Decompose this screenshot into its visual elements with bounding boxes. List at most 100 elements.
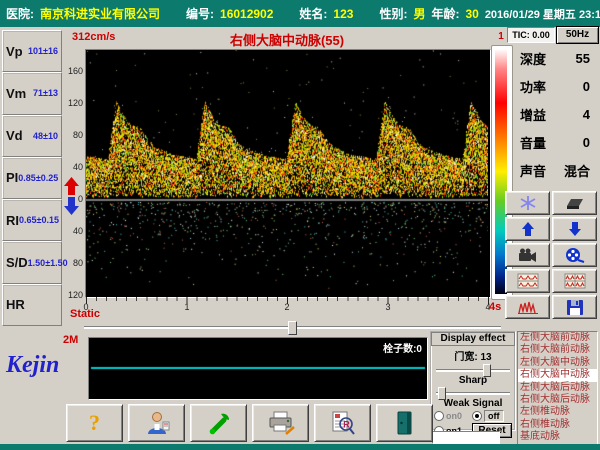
setting-sound[interactable]: 声音 混合 xyxy=(512,156,598,184)
patient-name-label: 姓名: xyxy=(299,5,327,22)
exit-door-icon xyxy=(394,410,416,436)
gate-width-slider[interactable] xyxy=(436,364,510,375)
bottom-frame-strip xyxy=(0,444,600,450)
gain-label: 增益 xyxy=(520,105,546,124)
emboli-count: 栓子数:0 xyxy=(383,340,422,355)
y-tick-40: 40 xyxy=(62,162,83,172)
artery-list-item-rmcA[interactable]: 右侧大脑中动脉 xyxy=(518,369,597,381)
radio-circle-icon xyxy=(434,411,444,421)
hospital-value: 南京科进实业有限公司 xyxy=(40,5,160,22)
radio-on0[interactable]: on0 xyxy=(434,411,472,421)
param-vd: Vd 48±10 xyxy=(2,115,62,157)
age-label: 年龄: xyxy=(431,5,459,22)
settings-button[interactable] xyxy=(190,404,247,442)
artery-list-item-lmcA[interactable]: 左侧大脑中动脉 xyxy=(518,357,597,369)
quad-display-button[interactable] xyxy=(552,269,597,293)
help-button[interactable]: ? xyxy=(66,404,123,442)
dual-display-button[interactable] xyxy=(505,269,550,293)
datetime-display: 2016/01/29 星期五 23:11:54 xyxy=(485,6,600,22)
camera-icon xyxy=(517,247,538,263)
artery-list-item-rpcA[interactable]: 右侧大脑后动脉 xyxy=(518,394,597,406)
param-vp-value: 101±16 xyxy=(28,46,58,56)
question-mark-icon: ? xyxy=(89,410,100,436)
radio-off[interactable]: off xyxy=(472,410,512,422)
x-tick-2: 2 xyxy=(281,302,293,312)
x-tick-3: 3 xyxy=(382,302,394,312)
spectrum-view-button[interactable] xyxy=(505,295,550,319)
paper-tray-icon xyxy=(564,195,586,211)
baseline-down-button[interactable] xyxy=(552,217,597,241)
volume-value: 0 xyxy=(583,135,590,150)
radio-off-label: off xyxy=(484,410,504,422)
param-hr-label: HR xyxy=(6,297,25,312)
setting-volume[interactable]: 音量 0 xyxy=(512,128,598,156)
status-field xyxy=(432,431,500,444)
param-hr: HR xyxy=(2,284,62,326)
depth-label: 深度 xyxy=(520,49,546,68)
gender-value: 男 xyxy=(413,5,425,22)
baseline-indicator[interactable] xyxy=(63,177,80,215)
emboli-trend-canvas xyxy=(89,338,427,399)
video-capture-button[interactable] xyxy=(505,243,550,267)
slider-thumb[interactable] xyxy=(288,321,297,335)
freeze-button[interactable] xyxy=(505,191,550,215)
radio-on0-label: on0 xyxy=(446,411,462,421)
brand-logo: Kejin xyxy=(6,352,64,379)
artery-list-item-rvA[interactable]: 右侧椎动脉 xyxy=(518,419,597,431)
baseline-down-arrow-icon xyxy=(64,197,79,215)
arrow-up-icon xyxy=(518,221,538,237)
sharp-slider[interactable] xyxy=(436,387,510,398)
report-magnifier-icon: R xyxy=(329,410,357,436)
param-ri: RI 0.65±0.15 xyxy=(2,199,62,241)
slider-track xyxy=(436,369,510,372)
record-button[interactable] xyxy=(552,243,597,267)
patient-info-header: 医院: 南京科进实业有限公司 编号: 16012902 姓名: 123 性别: … xyxy=(0,0,600,27)
y-tick-120: 120 xyxy=(62,98,83,108)
print-setup-button[interactable] xyxy=(252,404,309,442)
param-vd-label: Vd xyxy=(6,128,23,143)
save-button[interactable] xyxy=(552,295,597,319)
depth-value: 55 xyxy=(576,51,590,66)
hospital-label: 医院: xyxy=(6,5,34,22)
setting-gain[interactable]: 增益 4 xyxy=(512,100,598,128)
x-tick-1: 1 xyxy=(181,302,193,312)
doppler-spectrum-display[interactable] xyxy=(85,49,491,298)
filter-frequency-button[interactable]: 50Hz xyxy=(556,26,599,44)
volume-label: 音量 xyxy=(520,133,546,152)
gate-width-row: 门宽: 13 xyxy=(432,348,514,363)
param-vm-value: 71±13 xyxy=(33,88,58,98)
artery-list-item-racA[interactable]: 右侧大脑前动脉 xyxy=(518,344,597,356)
snowflake-icon xyxy=(518,195,538,211)
patient-id-label: 编号: xyxy=(186,5,214,22)
artery-list-item-lacA[interactable]: 左侧大脑前动脉 xyxy=(518,332,597,344)
report-button[interactable]: R xyxy=(314,404,371,442)
param-vp-label: Vp xyxy=(6,44,23,59)
svg-text:R: R xyxy=(343,420,350,430)
artery-list-item-lvA[interactable]: 左侧椎动脉 xyxy=(518,406,597,418)
display-effect-panel: Display effect 门宽: 13 Sharp Weak Signal … xyxy=(430,331,516,431)
y-tick-80: 80 xyxy=(62,130,83,140)
sound-value: 混合 xyxy=(564,161,590,180)
slider-thumb[interactable] xyxy=(483,364,491,377)
exit-button[interactable] xyxy=(376,404,433,442)
y-tick-neg120: 120 xyxy=(62,290,83,300)
artery-list-item-baA[interactable]: 基底动脉 xyxy=(518,431,597,443)
artery-list-item-lpcA[interactable]: 左侧大脑后动脉 xyxy=(518,382,597,394)
patient-id-value: 16012902 xyxy=(220,7,273,21)
setting-power[interactable]: 功率 0 xyxy=(512,72,598,100)
print-output-button[interactable] xyxy=(552,191,597,215)
main-toolbar: ? xyxy=(66,404,433,442)
parameter-sidebar: Vp 101±16 Vm 71±13 Vd 48±10 PI 0.85±0.25… xyxy=(2,30,62,326)
param-pi-label: PI xyxy=(6,170,18,185)
baseline-up-button[interactable] xyxy=(505,217,550,241)
power-value: 0 xyxy=(583,79,590,94)
patient-info-button[interactable] xyxy=(128,404,185,442)
setting-depth[interactable]: 深度 55 xyxy=(512,44,598,72)
spectrum-waveform-icon xyxy=(517,299,539,315)
param-vm: Vm 71±13 xyxy=(2,72,62,114)
param-pi-value: 0.85±0.25 xyxy=(18,173,58,183)
gain-value: 4 xyxy=(583,107,590,122)
printer-icon xyxy=(266,410,296,436)
sweep-time-label: 4s xyxy=(489,301,501,313)
slider-thumb[interactable] xyxy=(438,387,446,400)
